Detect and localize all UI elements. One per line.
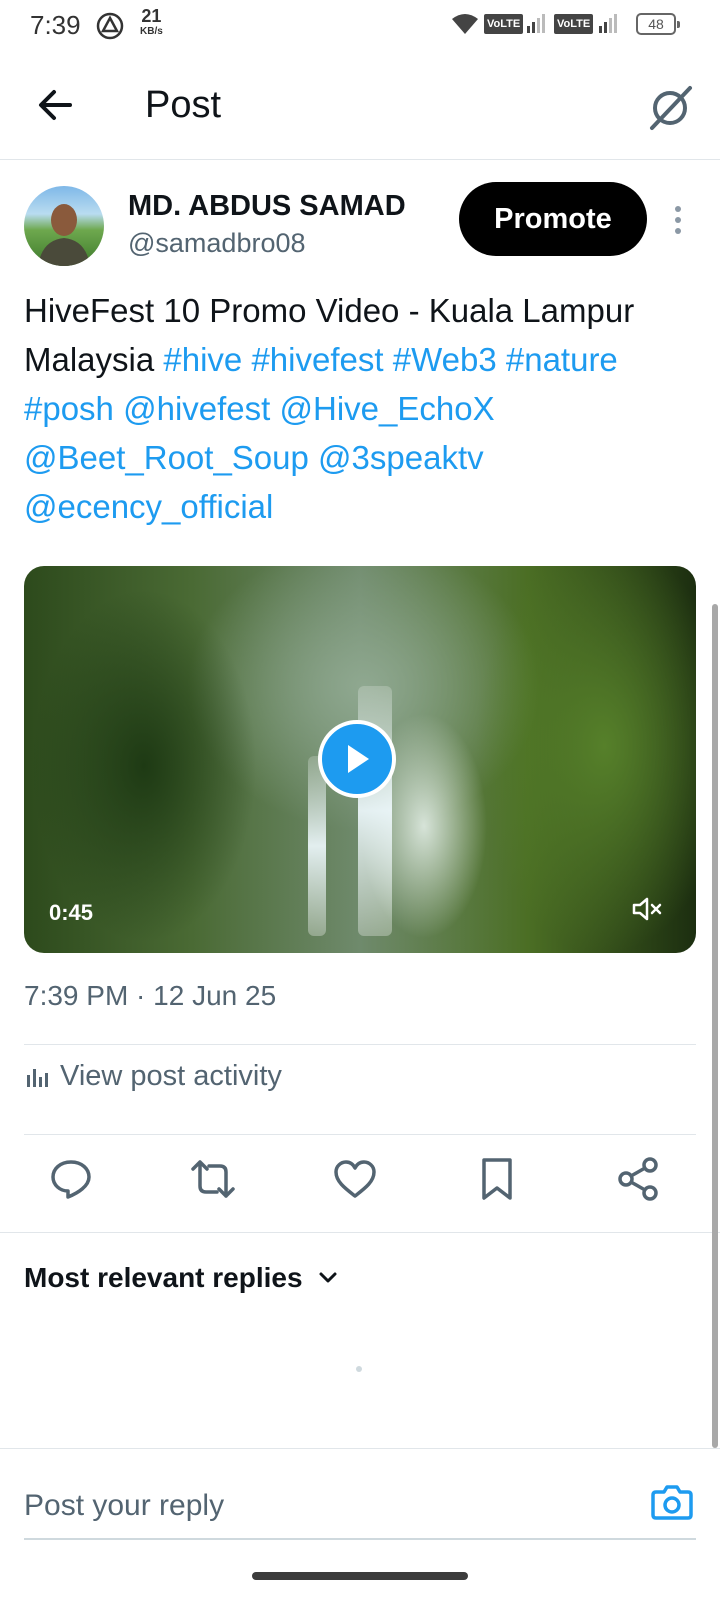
grok-icon[interactable] [646, 82, 696, 132]
bookmark-icon[interactable] [474, 1156, 520, 1202]
network-speed: 21 KB/s [140, 6, 163, 40]
loading-indicator [356, 1366, 362, 1372]
share-icon[interactable] [616, 1156, 662, 1202]
signal-icon [527, 14, 545, 33]
video-player[interactable]: 0:45 [24, 566, 696, 953]
post-text: HiveFest 10 Promo Video - Kuala Lampur M… [24, 286, 696, 531]
chevron-down-icon [319, 1272, 337, 1283]
reply-icon[interactable] [48, 1156, 94, 1202]
post-timestamp: 7:39 PM · 12 Jun 25 [24, 980, 277, 1011]
reply-input[interactable] [24, 1478, 624, 1534]
replies-sort-label: Most relevant replies [24, 1262, 303, 1293]
volte-badge: VoLTE [554, 14, 594, 34]
action-bar [0, 1130, 720, 1230]
network-speed-unit: KB/s [140, 26, 163, 37]
video-duration: 0:45 [49, 900, 94, 925]
hashtag-link[interactable]: #posh [24, 390, 114, 427]
avatar[interactable] [24, 186, 104, 266]
author-name[interactable]: MD. ABDUS SAMAD [128, 190, 406, 223]
page-title: Post [145, 84, 222, 126]
view-post-activity-link[interactable]: View post activity [24, 1056, 282, 1096]
more-options-icon[interactable] [666, 202, 690, 238]
signal-icon [599, 14, 617, 33]
mention-link[interactable]: @hivefest [123, 390, 270, 427]
battery-icon: 48 [636, 13, 680, 35]
hashtag-link[interactable]: #Web3 [393, 341, 497, 378]
wifi-icon [452, 14, 478, 34]
view-post-activity-label: View post activity [60, 1059, 282, 1092]
hashtag-link[interactable]: #hive [163, 341, 242, 378]
header: Post [0, 52, 720, 160]
repost-icon[interactable] [190, 1156, 236, 1202]
play-button[interactable] [318, 720, 396, 798]
mention-link[interactable]: @ecency_official [24, 488, 273, 525]
play-icon [348, 745, 369, 773]
author-handle[interactable]: @samadbro08 [128, 228, 306, 259]
avatar-image [38, 204, 90, 266]
like-icon[interactable] [332, 1156, 378, 1202]
camera-icon[interactable] [650, 1480, 694, 1524]
hashtag-link[interactable]: #hivefest [251, 341, 383, 378]
status-bar: 7:39 21 KB/s VoLTE VoLTE 48 [0, 0, 720, 52]
mute-icon[interactable] [630, 892, 664, 926]
mention-link[interactable]: @Beet_Root_Soup [24, 439, 309, 476]
analytics-icon [27, 1069, 48, 1087]
hashtag-link[interactable]: #nature [506, 341, 618, 378]
replies-sort-dropdown[interactable]: Most relevant replies [24, 1262, 341, 1294]
reply-underline [24, 1538, 696, 1540]
app-notification-icon [96, 12, 124, 40]
divider [0, 1232, 720, 1233]
promote-button[interactable]: Promote [459, 182, 647, 256]
home-indicator[interactable] [252, 1572, 468, 1580]
mention-link[interactable]: @Hive_EchoX [280, 390, 495, 427]
scrollbar[interactable] [712, 604, 718, 1448]
video-frame-detail [308, 756, 326, 936]
arrow-left-icon[interactable] [30, 80, 80, 130]
divider [24, 1044, 696, 1045]
network-speed-value: 21 [141, 6, 162, 26]
volte-badge: VoLTE [484, 14, 524, 34]
mention-link[interactable]: @3speaktv [318, 439, 484, 476]
status-time: 7:39 [30, 10, 81, 40]
divider [0, 1448, 720, 1449]
